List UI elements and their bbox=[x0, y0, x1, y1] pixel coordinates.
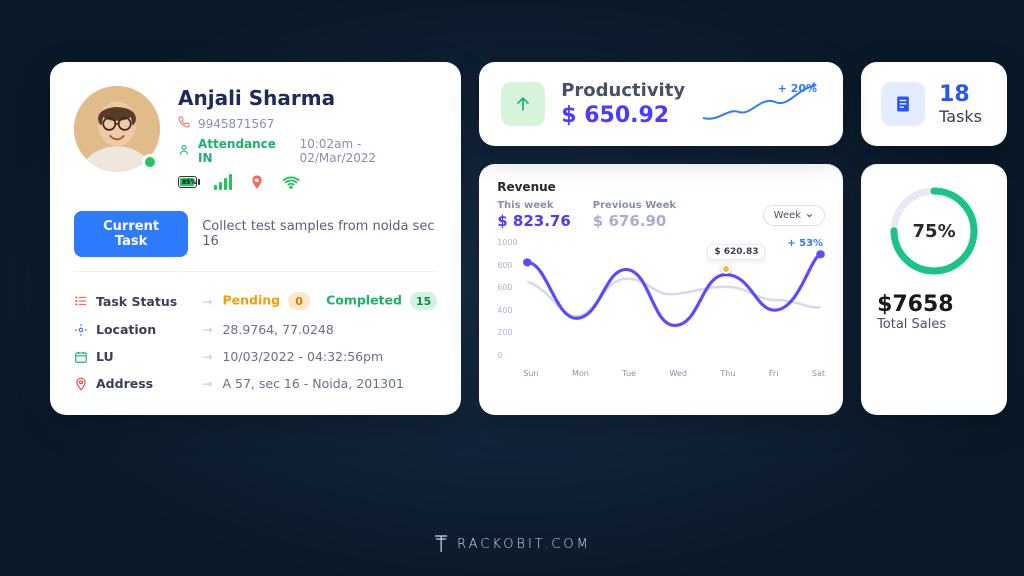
address-row: Address → A 57, sec 16 - Noida, 201301 bbox=[74, 370, 437, 397]
chart-plot bbox=[523, 238, 825, 360]
this-week-label: This week bbox=[497, 200, 571, 211]
profile-card: Anjali Sharma 9945871567 Attendance IN 1… bbox=[50, 62, 461, 415]
completed-label: Completed bbox=[326, 293, 402, 308]
revenue-card: Revenue This week $ 823.76 Previous Week… bbox=[479, 164, 843, 415]
address-value: A 57, sec 16 - Noida, 201301 bbox=[222, 376, 404, 391]
task-status-label: Task Status bbox=[96, 294, 177, 309]
phone-row: 9945871567 bbox=[178, 116, 437, 131]
sales-value: $7658 bbox=[877, 292, 991, 317]
sales-card: 75% $7658 Total Sales bbox=[861, 164, 1007, 415]
arrow-icon: → bbox=[202, 349, 212, 364]
y-axis-labels: 10008006004002000 bbox=[497, 238, 517, 360]
wifi-icon bbox=[280, 171, 302, 193]
tasks-label: Tasks bbox=[939, 107, 982, 126]
this-week-value: $ 823.76 bbox=[497, 212, 571, 230]
revenue-chart: 10008006004002000 + 53% $ 620.83 bbox=[497, 238, 825, 378]
x-axis-labels: SunMonTueWedThuFriSat bbox=[523, 369, 825, 378]
divider bbox=[74, 271, 437, 272]
chart-highlight-dot bbox=[721, 264, 731, 274]
battery-icon: 85% bbox=[178, 171, 200, 193]
avatar-wrap bbox=[74, 86, 160, 172]
sales-label: Total Sales bbox=[877, 317, 991, 332]
productivity-card: Productivity $ 650.92 + 20% bbox=[479, 62, 843, 146]
signal-icon bbox=[212, 174, 234, 190]
arrow-icon: → bbox=[202, 322, 212, 337]
revenue-title: Revenue bbox=[497, 180, 825, 194]
completed-count: 15 bbox=[410, 292, 437, 310]
task-status-row: Task Status → Pending 0 Completed 15 bbox=[74, 286, 437, 316]
phone-icon bbox=[178, 116, 190, 131]
location-pin-icon bbox=[246, 171, 268, 193]
brand-text: RACKOBIT.COM bbox=[457, 537, 591, 552]
lu-row: LU → 10/03/2022 - 04:32:56pm bbox=[74, 343, 437, 370]
lu-label: LU bbox=[96, 349, 114, 364]
calendar-icon bbox=[74, 350, 88, 364]
brand-footer: RACKOBIT.COM bbox=[433, 534, 591, 554]
person-icon bbox=[178, 144, 190, 159]
presence-dot bbox=[142, 154, 158, 170]
brand-logo-icon bbox=[433, 534, 449, 554]
prev-week-label: Previous Week bbox=[593, 200, 676, 211]
current-task-button[interactable]: Current Task bbox=[74, 211, 188, 257]
target-icon bbox=[74, 323, 88, 337]
attendance-row: Attendance IN 10:02am - 02/Mar/2022 bbox=[178, 137, 437, 165]
attendance-value: 10:02am - 02/Mar/2022 bbox=[300, 137, 438, 165]
productivity-value: $ 650.92 bbox=[561, 103, 685, 128]
location-value: 28.9764, 77.0248 bbox=[222, 322, 333, 337]
current-task-text: Collect test samples from noida sec 16 bbox=[202, 219, 437, 249]
sales-percent: 75% bbox=[887, 184, 981, 278]
phone-value: 9945871567 bbox=[198, 117, 274, 131]
tasks-card: 18 Tasks bbox=[861, 62, 1007, 146]
sales-gauge: 75% bbox=[887, 184, 981, 278]
arrow-icon: → bbox=[202, 376, 212, 391]
arrow-up-icon bbox=[501, 82, 545, 126]
pending-label: Pending bbox=[222, 293, 280, 308]
location-label: Location bbox=[96, 322, 156, 337]
document-icon bbox=[881, 82, 925, 126]
productivity-delta: + 20% bbox=[778, 82, 817, 95]
lu-value: 10/03/2022 - 04:32:56pm bbox=[222, 349, 383, 364]
chart-tooltip: $ 620.83 bbox=[707, 244, 765, 260]
tasks-count: 18 bbox=[939, 82, 982, 107]
chevron-down-icon bbox=[805, 211, 814, 220]
location-row: Location → 28.9764, 77.0248 bbox=[74, 316, 437, 343]
pending-count: 0 bbox=[288, 292, 310, 310]
attendance-label: Attendance IN bbox=[198, 137, 292, 165]
productivity-title: Productivity bbox=[561, 80, 685, 101]
profile-name: Anjali Sharma bbox=[178, 86, 437, 110]
period-dropdown[interactable]: Week bbox=[763, 205, 825, 226]
prev-week-value: $ 676.90 bbox=[593, 212, 676, 230]
arrow-icon: → bbox=[202, 294, 212, 309]
list-icon bbox=[74, 294, 88, 308]
address-pin-icon bbox=[74, 377, 88, 391]
address-label: Address bbox=[96, 376, 153, 391]
